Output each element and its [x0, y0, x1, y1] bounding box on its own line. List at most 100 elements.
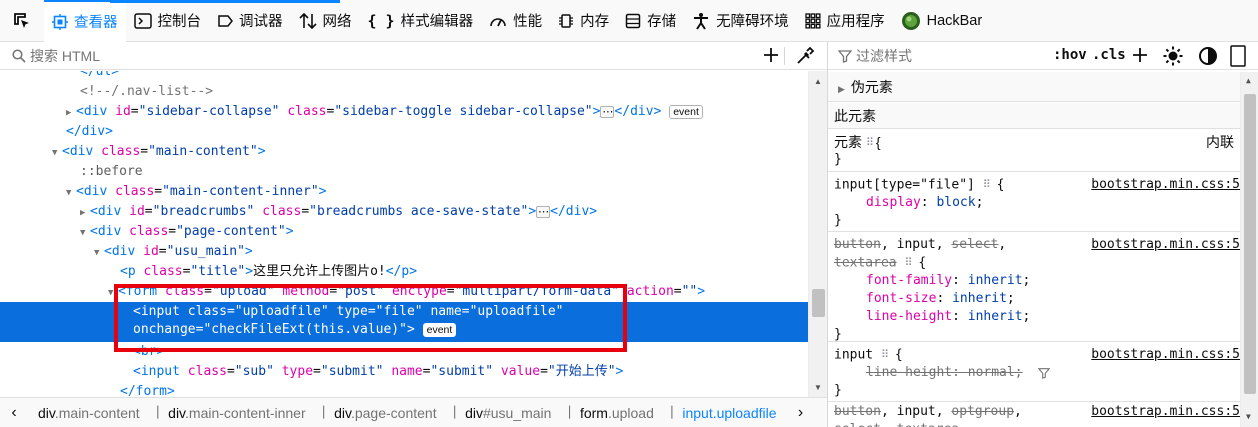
tree-node-breadcrumbs[interactable]: ▶ <div id="breadcrumbs" class="breadcrumb… — [0, 202, 808, 222]
scroll-up-icon[interactable]: ▲ — [1246, 76, 1251, 85]
tree-node-comment[interactable]: <!--/.nav-list--> — [0, 82, 808, 102]
eyedropper-icon[interactable] — [795, 46, 815, 66]
light-mode-icon[interactable] — [1163, 46, 1183, 66]
element-picker-button[interactable] — [0, 0, 44, 42]
print-media-icon[interactable] — [1228, 45, 1248, 67]
brace: { — [918, 255, 927, 271]
tree-node-submit-input[interactable]: <input class="sub" type="submit" name="s… — [0, 362, 808, 382]
attr-value: "title" — [190, 264, 246, 279]
tree-node-usu-main[interactable]: ▼ <div id="usu_main"> — [0, 242, 808, 262]
declaration[interactable]: font-family: inherit; — [834, 272, 1240, 290]
attr-value: "usu_main" — [166, 244, 245, 259]
add-rule-icon[interactable] — [1130, 45, 1150, 65]
tab-performance[interactable]: 性能 — [481, 0, 550, 42]
collapse-arrow-icon[interactable]: ▼ — [66, 183, 76, 203]
breadcrumb-scroll-left-icon[interactable]: ‹ — [0, 404, 28, 422]
tree-node-br[interactable]: <br> — [0, 342, 808, 362]
breadcrumb-item[interactable]: div.page-content — [324, 405, 446, 421]
breadcrumb-item[interactable]: div#usu_main — [455, 405, 561, 421]
breadcrumb-item[interactable]: div.main-content-inner — [158, 405, 315, 421]
scrollbar-thumb[interactable] — [812, 289, 825, 317]
grid-icon[interactable]: ⠿ — [866, 134, 874, 152]
tab-accessibility[interactable]: 无障碍环境 — [684, 0, 797, 42]
tab-memory[interactable]: 内存 — [550, 0, 617, 42]
tree-node-main-content-inner[interactable]: ▼ <div class="main-content-inner"> — [0, 182, 808, 202]
tree-node-page-content[interactable]: ▼ <div class="page-content"> — [0, 222, 808, 242]
hover-states-toggle[interactable]: :hov — [1053, 47, 1087, 63]
tree-node-main-content[interactable]: ▼ <div class="main-content"> — [0, 142, 808, 162]
tab-hackbar[interactable]: HackBar — [893, 0, 991, 42]
scroll-down-icon[interactable]: ▼ — [1246, 412, 1251, 421]
rule-source-link[interactable]: bootstrap.min.css:5 — [1091, 236, 1240, 254]
collapse-arrow-icon[interactable]: ▼ — [52, 143, 62, 163]
tree-node-selected-input[interactable]: <input class="uploadfile" type="file" na… — [0, 302, 808, 342]
event-badge[interactable]: event — [422, 322, 457, 337]
scroll-up-icon[interactable]: ▲ — [814, 77, 822, 86]
tab-inspector[interactable]: 查看器 — [44, 0, 126, 42]
declaration-overridden[interactable]: line-height: normal; — [834, 364, 1240, 382]
scrollbar-thumb[interactable] — [1244, 94, 1256, 394]
attr-name: class — [187, 364, 227, 379]
console-icon — [133, 12, 152, 29]
pseudo-elements-section[interactable]: ▶ 伪元素 — [828, 72, 1240, 102]
tree-node-title-paragraph[interactable]: <p class="title">这里只允许上传图片o!</p> — [0, 262, 808, 282]
breadcrumb-class: #usu_main — [482, 404, 552, 421]
collapsed-children-badge[interactable]: ⋯ — [536, 205, 551, 218]
property-name: line-height — [866, 365, 953, 380]
tree-node-sidebar-collapse[interactable]: ▶ <div id="sidebar-collapse" class="sideb… — [0, 102, 808, 122]
rules-scrollbar[interactable]: ▲ ▼ — [1240, 72, 1258, 427]
property-value: normal — [967, 365, 1015, 380]
breadcrumb-item[interactable]: div.main-content — [28, 405, 150, 421]
tree-node[interactable]: </form> — [0, 382, 808, 397]
tab-network[interactable]: 网络 — [291, 0, 360, 42]
tree-node[interactable]: </ul> — [0, 71, 808, 82]
breadcrumb-tag: div — [168, 404, 186, 421]
breadcrumb-separator: ▕ — [315, 407, 325, 419]
rule-selector-line: 元素 ⠿ {内联 — [834, 133, 1240, 151]
declaration[interactable]: display: block; — [834, 194, 1240, 212]
breadcrumb-item-active[interactable]: input.uploadfile — [672, 405, 786, 421]
tag-open: <form — [118, 284, 158, 299]
classes-toggle[interactable]: .cls — [1092, 47, 1126, 63]
expand-arrow-icon[interactable]: ▶ — [80, 203, 90, 223]
filter-overridden-icon[interactable] — [1038, 367, 1051, 379]
tab-style-editor[interactable]: { } 样式编辑器 — [360, 0, 482, 42]
attr-name: class — [262, 204, 302, 219]
rule-source-link[interactable]: bootstrap.min.css:5 — [1091, 403, 1240, 421]
tree-node-pseudo[interactable]: ::before — [0, 162, 808, 182]
collapse-arrow-icon[interactable]: ▼ — [94, 243, 104, 263]
collapse-arrow-icon[interactable]: ▼ — [80, 223, 90, 243]
tree-node[interactable]: </div> — [0, 122, 808, 142]
tab-storage[interactable]: 存储 — [617, 0, 684, 42]
attr-name: type — [336, 304, 368, 319]
rule-source[interactable]: 内联 — [1206, 133, 1234, 151]
breadcrumb-item[interactable]: form.upload — [570, 405, 664, 421]
declaration[interactable]: line-height: inherit; — [834, 308, 1240, 326]
markup-scrollbar[interactable]: ▲ ▼ — [808, 71, 827, 397]
declaration[interactable]: font-size: inherit; — [834, 290, 1240, 308]
attr-name: value — [500, 364, 541, 379]
html-search-input[interactable] — [30, 47, 710, 64]
rule-source-link[interactable]: bootstrap.min.css:5 — [1091, 176, 1240, 194]
breadcrumb-scroll-right-icon[interactable]: › — [787, 404, 815, 422]
attr-value: "multipart/form-data" — [454, 284, 619, 299]
tab-label: 样式编辑器 — [400, 14, 474, 30]
grid-icon[interactable]: ⠿ — [881, 346, 889, 364]
tab-console[interactable]: 控制台 — [126, 0, 210, 42]
tab-label: 无障碍环境 — [716, 14, 789, 30]
collapse-arrow-icon[interactable]: ▼ — [108, 283, 118, 303]
tab-application[interactable]: 应用程序 — [797, 0, 893, 42]
scroll-down-icon[interactable]: ▼ — [814, 383, 822, 392]
rule-source-link[interactable]: bootstrap.min.css:5 — [1091, 346, 1240, 364]
grid-icon[interactable]: ⠿ — [904, 254, 912, 272]
styles-filter-input[interactable] — [856, 47, 1026, 64]
grid-icon[interactable]: ⠿ — [983, 176, 991, 194]
add-node-icon[interactable] — [761, 45, 781, 65]
collapsed-children-badge[interactable]: ⋯ — [600, 105, 615, 118]
dark-mode-icon[interactable] — [1198, 46, 1218, 66]
event-badge[interactable]: event — [669, 104, 703, 119]
tab-debugger[interactable]: 调试器 — [209, 0, 291, 42]
expand-arrow-icon[interactable]: ▶ — [66, 103, 76, 123]
rule-selector: 元素 — [834, 134, 862, 150]
tree-node-upload-form[interactable]: ▼ <form class="upload" method="post" enct… — [0, 282, 808, 302]
